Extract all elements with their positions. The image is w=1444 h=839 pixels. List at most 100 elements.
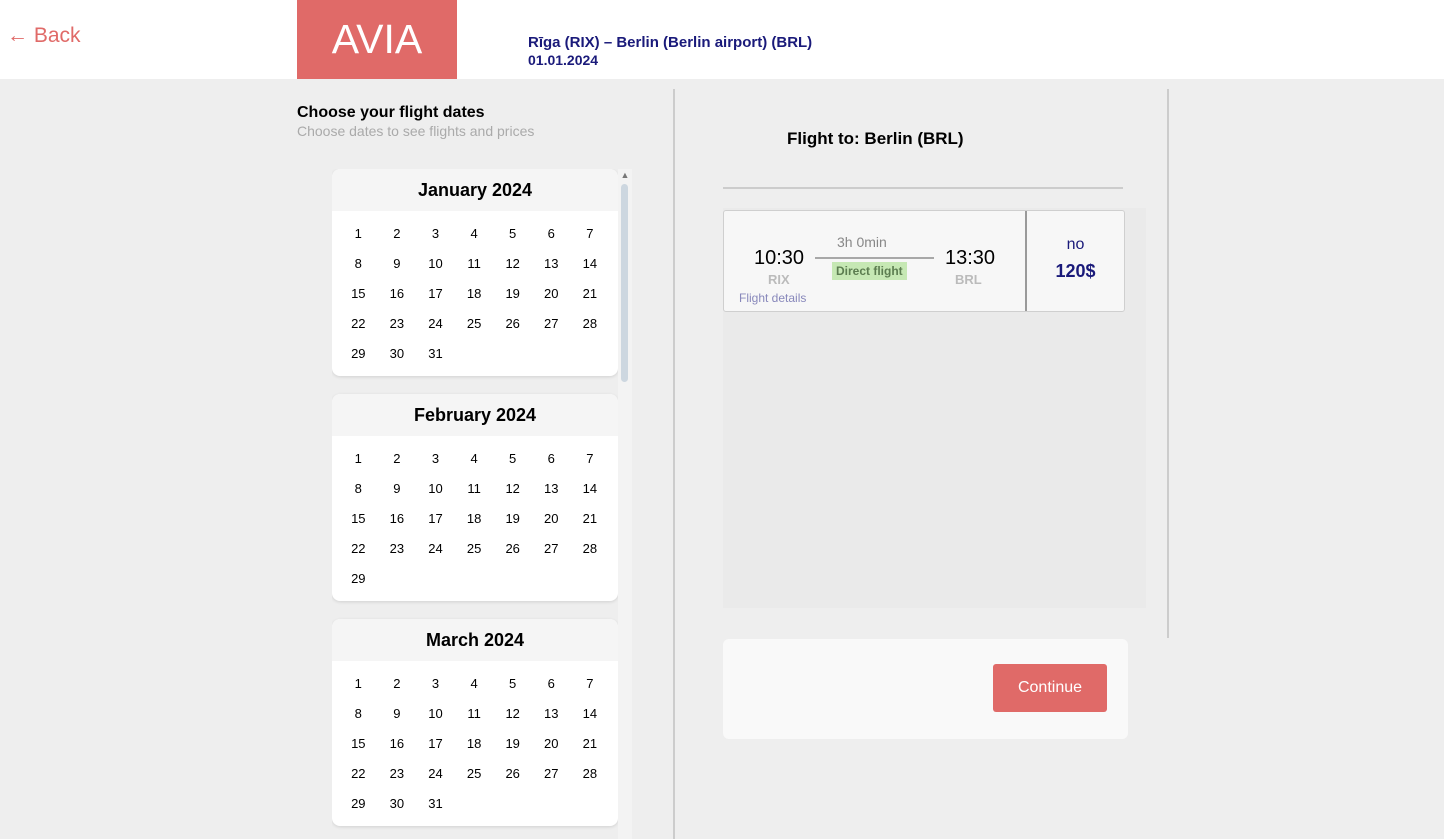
calendar-day[interactable]: 31 (416, 338, 455, 368)
calendar-day[interactable]: 22 (339, 308, 378, 338)
calendar-day[interactable]: 3 (416, 668, 455, 698)
calendar-day[interactable]: 10 (416, 698, 455, 728)
calendar-day[interactable]: 14 (571, 248, 610, 278)
calendar-day[interactable]: 27 (532, 308, 571, 338)
calendar-day[interactable]: 11 (455, 698, 494, 728)
calendar-day[interactable]: 26 (493, 308, 532, 338)
calendar-day[interactable]: 24 (416, 758, 455, 788)
back-link[interactable]: ← Back (7, 24, 81, 48)
calendar-day[interactable]: 22 (339, 758, 378, 788)
calendar-day[interactable]: 4 (455, 668, 494, 698)
calendar-day[interactable]: 29 (339, 338, 378, 368)
calendar-day[interactable]: 10 (416, 248, 455, 278)
calendar-day[interactable]: 25 (455, 533, 494, 563)
calendar-day[interactable]: 7 (571, 443, 610, 473)
calendar-day[interactable]: 27 (532, 533, 571, 563)
calendar-day[interactable]: 16 (378, 503, 417, 533)
calendar-day[interactable]: 1 (339, 668, 378, 698)
calendar-day[interactable]: 21 (571, 278, 610, 308)
calendar-day[interactable]: 16 (378, 728, 417, 758)
calendar-day[interactable]: 18 (455, 728, 494, 758)
calendar-day[interactable]: 28 (571, 308, 610, 338)
calendar-day[interactable]: 17 (416, 278, 455, 308)
calendar-day[interactable]: 28 (571, 758, 610, 788)
calendar-day[interactable]: 12 (493, 473, 532, 503)
calendar-day[interactable]: 9 (378, 698, 417, 728)
calendar-day[interactable]: 30 (378, 788, 417, 818)
calendar-day[interactable]: 19 (493, 278, 532, 308)
calendar-day[interactable]: 5 (493, 668, 532, 698)
calendar-day[interactable]: 6 (532, 668, 571, 698)
calendar-day[interactable]: 25 (455, 758, 494, 788)
calendar-day[interactable]: 26 (493, 758, 532, 788)
calendar-day[interactable]: 26 (493, 533, 532, 563)
calendar-day[interactable]: 14 (571, 698, 610, 728)
calendar-day[interactable]: 27 (532, 758, 571, 788)
calendar-day[interactable]: 28 (571, 533, 610, 563)
calendar-day[interactable]: 6 (532, 443, 571, 473)
calendar-day[interactable]: 16 (378, 278, 417, 308)
calendar-day[interactable]: 24 (416, 308, 455, 338)
calendar-day[interactable]: 25 (455, 308, 494, 338)
calendar-day[interactable]: 4 (455, 443, 494, 473)
calendar-day[interactable]: 31 (416, 788, 455, 818)
calendar-day[interactable]: 4 (455, 218, 494, 248)
calendar-day[interactable]: 8 (339, 248, 378, 278)
calendar-day[interactable]: 13 (532, 698, 571, 728)
scroll-thumb[interactable] (621, 184, 628, 382)
calendar-day[interactable]: 9 (378, 473, 417, 503)
calendar-day[interactable]: 21 (571, 503, 610, 533)
calendar-day[interactable]: 8 (339, 698, 378, 728)
calendar-day[interactable]: 11 (455, 473, 494, 503)
calendar-day[interactable]: 13 (532, 473, 571, 503)
calendar-day[interactable]: 20 (532, 728, 571, 758)
calendar-day[interactable]: 15 (339, 728, 378, 758)
calendar-day[interactable]: 24 (416, 533, 455, 563)
calendar-day[interactable]: 9 (378, 248, 417, 278)
calendar-day[interactable]: 5 (493, 218, 532, 248)
flight-card[interactable]: 10:30 RIX 3h 0min Direct flight 13:30 BR… (723, 210, 1125, 312)
calendar-day[interactable]: 20 (532, 278, 571, 308)
calendar-day[interactable]: 12 (493, 698, 532, 728)
calendar-list[interactable]: January 2024 1 2 3 4 5 6 7 8 9 10 11 12 13 14 15 16 17 18… (332, 169, 632, 839)
continue-button[interactable]: Continue (993, 664, 1107, 712)
calendar-day[interactable]: 21 (571, 728, 610, 758)
calendar-day[interactable]: 20 (532, 503, 571, 533)
calendar-day[interactable]: 29 (339, 563, 378, 593)
calendar-day[interactable]: 23 (378, 533, 417, 563)
calendar-day[interactable]: 8 (339, 473, 378, 503)
calendar-day[interactable]: 2 (378, 443, 417, 473)
flight-details-link[interactable]: Flight details (739, 291, 806, 305)
calendar-day[interactable]: 18 (455, 278, 494, 308)
calendar-day[interactable]: 15 (339, 503, 378, 533)
calendar-day[interactable]: 17 (416, 503, 455, 533)
day-grid: 1 2 3 4 5 6 7 8 9 10 11 12 13 14 15 16 17 18 19 20 21 22 23 24 2… (332, 211, 618, 376)
calendar-day[interactable]: 12 (493, 248, 532, 278)
calendar-day[interactable]: 6 (532, 218, 571, 248)
calendar-day[interactable]: 23 (378, 308, 417, 338)
calendar-day[interactable]: 10 (416, 473, 455, 503)
calendar-day[interactable]: 3 (416, 218, 455, 248)
scroll-up-icon[interactable]: ▲ (620, 170, 630, 180)
calendar-day[interactable]: 30 (378, 338, 417, 368)
calendar-day[interactable]: 5 (493, 443, 532, 473)
calendar-day[interactable]: 23 (378, 758, 417, 788)
calendar-day[interactable]: 18 (455, 503, 494, 533)
calendar-day[interactable]: 22 (339, 533, 378, 563)
calendar-day[interactable]: 17 (416, 728, 455, 758)
calendar-day[interactable]: 1 (339, 218, 378, 248)
calendar-day[interactable]: 13 (532, 248, 571, 278)
calendar-day[interactable]: 7 (571, 668, 610, 698)
calendar-day[interactable]: 3 (416, 443, 455, 473)
calendar-day[interactable]: 2 (378, 218, 417, 248)
calendar-day[interactable]: 19 (493, 728, 532, 758)
calendar-day[interactable]: 14 (571, 473, 610, 503)
calendar-day[interactable]: 19 (493, 503, 532, 533)
calendar-day[interactable]: 7 (571, 218, 610, 248)
calendar-day[interactable]: 29 (339, 788, 378, 818)
calendar-day[interactable]: 2 (378, 668, 417, 698)
calendar-day[interactable]: 1 (339, 443, 378, 473)
calendar-day[interactable]: 15 (339, 278, 378, 308)
calendar-day[interactable]: 11 (455, 248, 494, 278)
calendar-scrollbar[interactable]: ▲ (618, 169, 632, 839)
